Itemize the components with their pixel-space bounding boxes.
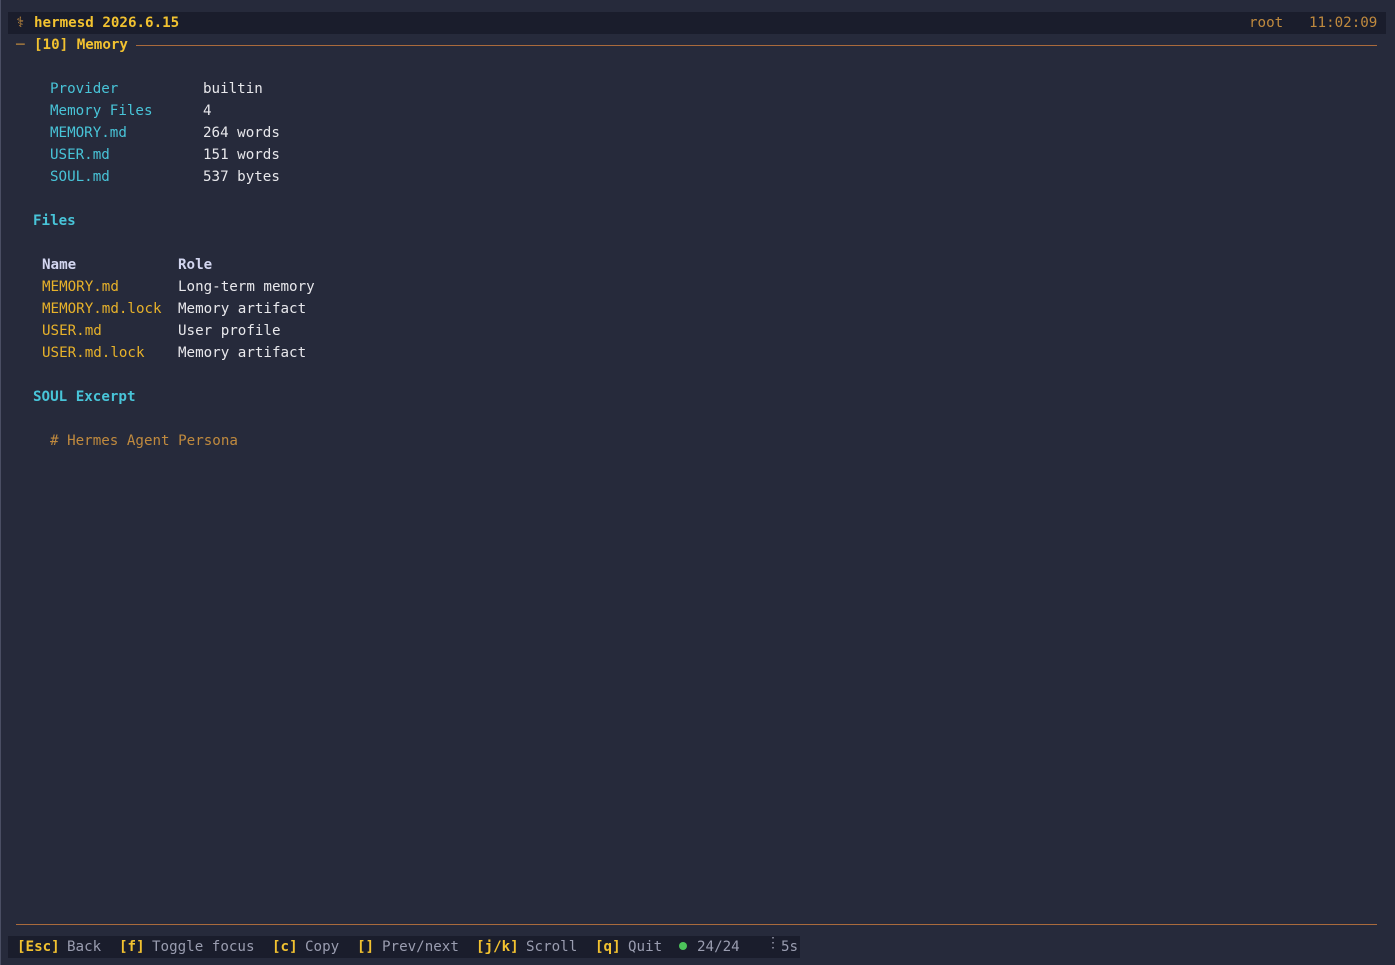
- key-esc-label: Back: [67, 939, 102, 955]
- file-name[interactable]: USER.md: [42, 320, 102, 342]
- summary-key: MEMORY.md: [50, 125, 127, 141]
- file-role: Memory artifact: [178, 345, 307, 361]
- status-count: 24/24: [697, 939, 740, 955]
- status-dot-icon: [679, 936, 687, 958]
- summary-key: Memory Files: [50, 103, 153, 119]
- key-prev-next-label: Prev/next: [382, 939, 459, 955]
- soul-section-title: SOUL Excerpt: [33, 389, 136, 405]
- column-header-role: Role: [178, 257, 213, 273]
- soul-excerpt: # Hermes Agent Persona: [50, 433, 238, 449]
- panel-rule: [136, 45, 1377, 46]
- key-toggle-focus-label: Toggle focus: [152, 939, 255, 955]
- column-header-name: Name: [42, 257, 77, 273]
- summary-value: 4: [203, 103, 212, 119]
- key-copy-label: Copy: [305, 939, 340, 955]
- summary-value: builtin: [203, 81, 263, 97]
- title-bar: [8, 12, 1386, 34]
- summary-value: 151 words: [203, 147, 280, 163]
- summary-value: 537 bytes: [203, 169, 280, 185]
- file-name[interactable]: MEMORY.md: [42, 276, 119, 298]
- panel-title: [10] Memory: [34, 37, 128, 53]
- summary-key: USER.md: [50, 147, 110, 163]
- key-quit[interactable]: [q]: [595, 936, 621, 958]
- file-name[interactable]: USER.md.lock: [42, 342, 145, 364]
- user-label: root: [1249, 15, 1284, 31]
- footer-rule: [16, 924, 1377, 925]
- vertical-dots-icon: ⋮: [766, 935, 781, 951]
- file-role: Memory artifact: [178, 301, 307, 317]
- caduceus-icon: ⚕: [16, 15, 25, 31]
- refresh-interval: 5s: [781, 939, 799, 955]
- key-copy[interactable]: [c]: [272, 936, 298, 958]
- window-edge: [0, 0, 1, 965]
- key-quit-label: Quit: [628, 939, 663, 955]
- key-scroll[interactable]: [j/k]: [476, 936, 519, 958]
- key-prev-next[interactable]: []: [357, 936, 374, 958]
- key-scroll-label: Scroll: [526, 939, 578, 955]
- clock: 11:02:09: [1309, 15, 1378, 31]
- key-toggle-focus[interactable]: [f]: [119, 936, 145, 958]
- files-section-title: Files: [33, 213, 76, 229]
- file-role: Long-term memory: [178, 279, 315, 295]
- app-title: hermesd 2026.6.15: [34, 15, 180, 31]
- summary-key: SOUL.md: [50, 169, 110, 185]
- summary-value: 264 words: [203, 125, 280, 141]
- panel-rule-prefix: ─: [16, 37, 25, 53]
- summary-key: Provider: [50, 81, 119, 97]
- file-role: User profile: [178, 323, 281, 339]
- file-name[interactable]: MEMORY.md.lock: [42, 298, 162, 320]
- key-esc[interactable]: [Esc]: [17, 936, 60, 958]
